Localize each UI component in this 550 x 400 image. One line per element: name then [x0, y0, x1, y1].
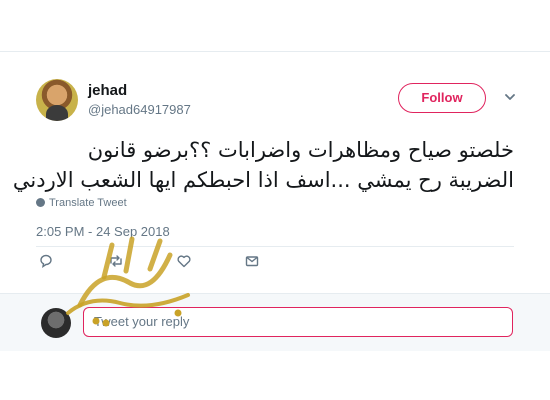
reply-icon[interactable] [38, 253, 54, 269]
user-handle[interactable]: @jehad64917987 [88, 102, 191, 117]
user-name[interactable]: jehad [88, 82, 127, 99]
tweet-text: خلصتو صياح ومظاهرات واضرابات ؟؟برضو قانو… [12, 135, 514, 195]
chevron-down-icon[interactable] [503, 90, 517, 104]
like-icon[interactable] [176, 253, 192, 269]
tweet-text-line: الضريبة رح يمشي ...اسف اذا احبطكم ايها ا… [12, 168, 514, 192]
tweet-timestamp[interactable]: 2:05 PM - 24 Sep 2018 [36, 224, 170, 239]
globe-icon [36, 198, 45, 207]
divider [36, 246, 514, 247]
reply-input[interactable]: Tweet your reply [83, 307, 513, 337]
translate-tweet-link[interactable]: Translate Tweet [36, 197, 127, 209]
reply-avatar [41, 308, 71, 338]
user-avatar[interactable] [36, 79, 78, 121]
follow-button[interactable]: Follow [398, 83, 486, 113]
retweet-icon[interactable] [108, 253, 124, 269]
tweet-text-line: خلصتو صياح ومظاهرات واضرابات ؟؟برضو قانو… [87, 138, 514, 162]
translate-tweet-label: Translate Tweet [49, 197, 127, 209]
tweet-card: jehad @jehad64917987 Follow خلصتو صياح و… [0, 51, 550, 351]
reply-area: Tweet your reply [0, 293, 550, 351]
message-icon[interactable] [244, 253, 260, 269]
